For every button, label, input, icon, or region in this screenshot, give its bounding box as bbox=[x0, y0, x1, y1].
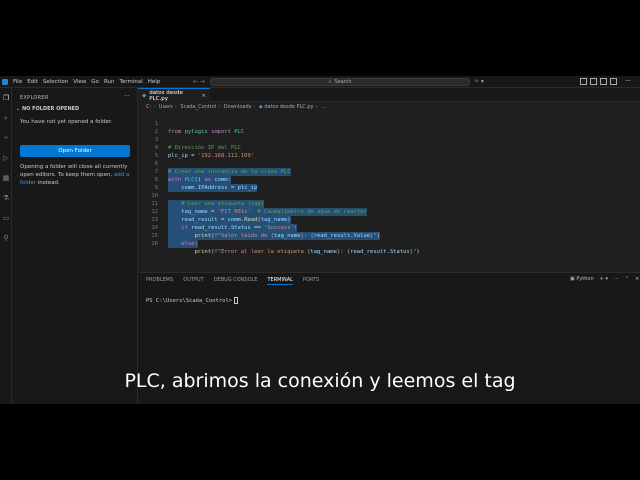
code-line: 4 plc_ip = '192.168.112.109' bbox=[154, 145, 255, 159]
copilot-icon[interactable]: ✧ ▾ bbox=[474, 78, 484, 85]
code-line: 12 read_result = comm.Read(tag_name) bbox=[151, 209, 291, 224]
layout-controls bbox=[580, 78, 617, 85]
vscode-logo-icon bbox=[2, 78, 8, 85]
tab-debug-console[interactable]: DEBUG CONSOLE bbox=[214, 277, 258, 285]
code-editor[interactable]: 1 from pylogix import PLC 2 3 # Direcció… bbox=[138, 112, 640, 274]
python-file-icon: ◆ bbox=[142, 92, 147, 99]
code-line: 3 # Dirección IP del PLC bbox=[154, 137, 241, 151]
code-line: 9 bbox=[154, 185, 158, 191]
breadcrumb-item[interactable]: C: bbox=[146, 104, 151, 110]
breadcrumb-item[interactable]: Scada_Control bbox=[180, 104, 216, 110]
tab-datos-desde-plc[interactable]: ◆ datos desde PLC.py × bbox=[138, 88, 210, 102]
panel-actions: ▣ Python + ▾ ··· ⌃ × bbox=[570, 276, 639, 282]
python-file-icon: ◆ bbox=[258, 104, 263, 110]
menu-selection[interactable]: Selection bbox=[43, 79, 68, 85]
breadcrumb: C: › Users › Scada_Control › Downloads › ◆ d… bbox=[146, 104, 326, 110]
toggle-secondary-sidebar-icon[interactable] bbox=[600, 78, 607, 85]
search-icon: ⌕ bbox=[328, 79, 332, 85]
breadcrumb-item[interactable]: Downloads bbox=[224, 104, 251, 110]
code-line: 6 # Crear una instancia de la clase PLC bbox=[154, 161, 291, 176]
testing-icon[interactable]: ⚗ bbox=[2, 194, 10, 202]
search-view-icon[interactable]: ⌕ bbox=[2, 114, 10, 122]
explorer-icon[interactable]: ❐ bbox=[2, 94, 10, 102]
open-folder-button[interactable]: Open Folder bbox=[20, 145, 130, 157]
breadcrumb-item[interactable]: ... bbox=[321, 104, 326, 110]
code-line: 16 print(f"Error al leer la etiqueta {ta… bbox=[151, 241, 420, 255]
add-folder-link-cont[interactable]: folder bbox=[20, 180, 36, 186]
menu-help[interactable]: Help bbox=[148, 79, 161, 85]
code-line: 8 comm.IPAddress = plc_ip bbox=[154, 177, 258, 192]
remote-explorer-icon[interactable]: ▭ bbox=[2, 214, 10, 222]
terminal-prompt[interactable]: PS C:\Users\Scada_Control> bbox=[146, 297, 239, 304]
code-line: 14 print(f"Valor leído de {tag_name}: {r… bbox=[151, 225, 380, 240]
terminal-shell-label[interactable]: ▣ Python bbox=[570, 276, 594, 282]
no-folder-message: You have not yet opened a folder. bbox=[20, 119, 113, 125]
source-control-icon[interactable]: ⑂ bbox=[2, 134, 10, 142]
tab-output[interactable]: OUTPUT bbox=[183, 277, 203, 285]
tab-label: datos desde PLC.py bbox=[149, 89, 183, 102]
code-line: 2 bbox=[154, 129, 158, 135]
code-line: 10 # Leer una etiqueta (tag) bbox=[151, 193, 265, 208]
maximize-panel-icon[interactable]: ⌃ bbox=[625, 276, 629, 282]
sidebar-title: EXPLORER bbox=[20, 95, 49, 101]
tab-ports[interactable]: PORTS bbox=[303, 277, 319, 285]
terminal-cursor bbox=[234, 297, 239, 304]
close-tab-icon[interactable]: × bbox=[201, 93, 206, 99]
menu-go[interactable]: Go bbox=[91, 79, 99, 85]
menu-edit[interactable]: Edit bbox=[27, 79, 38, 85]
run-debug-icon[interactable]: ▷ bbox=[2, 154, 10, 162]
close-panel-icon[interactable]: × bbox=[635, 276, 639, 282]
customize-layout-icon[interactable] bbox=[610, 78, 617, 85]
code-line: 15 else: bbox=[151, 233, 198, 248]
nav-back-forward-icon[interactable]: ← → bbox=[193, 78, 205, 85]
title-bar: File Edit Selection View Go Run Terminal… bbox=[0, 76, 640, 88]
toggle-panel-icon[interactable] bbox=[590, 78, 597, 85]
video-subtitle: PLC, abrimos la conexión y leemos el tag bbox=[124, 370, 516, 392]
search-label: Search bbox=[334, 79, 352, 85]
menu-view[interactable]: View bbox=[73, 79, 86, 85]
more-actions-icon[interactable]: ··· bbox=[124, 93, 130, 100]
toggle-sidebar-icon[interactable] bbox=[580, 78, 587, 85]
open-folder-info: Opening a folder will close all currentl… bbox=[20, 164, 130, 186]
add-folder-link[interactable]: add a bbox=[114, 172, 129, 178]
vscode-window: File Edit Selection View Go Run Terminal… bbox=[0, 76, 640, 404]
breadcrumb-item[interactable]: Users bbox=[159, 104, 173, 110]
accounts-icon[interactable]: ⚲ bbox=[2, 234, 10, 242]
menu-file[interactable]: File bbox=[13, 79, 22, 85]
code-line: 1 from pylogix import PLC bbox=[154, 121, 245, 135]
minimize-icon[interactable]: — bbox=[625, 77, 631, 84]
tab-terminal[interactable]: TERMINAL bbox=[267, 277, 293, 285]
code-line: 7 with PLC() as comm: bbox=[154, 169, 231, 184]
panel-tabs: PROBLEMS OUTPUT DEBUG CONSOLE TERMINAL P… bbox=[146, 277, 319, 285]
activity-bar: ❐ ⌕ ⑂ ▷ ▦ ⚗ ▭ ⚲ bbox=[0, 88, 12, 404]
breadcrumb-item[interactable]: datos desde PLC.py bbox=[264, 104, 313, 110]
command-search-box[interactable]: ⌕ Search bbox=[210, 78, 470, 86]
code-line: 5 bbox=[154, 153, 158, 159]
extensions-icon[interactable]: ▦ bbox=[2, 174, 10, 182]
code-line: 11 tag_name = 'FIT_001s' # Caudalimetro … bbox=[151, 201, 367, 216]
more-actions-icon[interactable]: ··· bbox=[614, 276, 619, 282]
menu-run[interactable]: Run bbox=[104, 79, 115, 85]
code-line: 13 if read_result.Status == 'Success': bbox=[151, 217, 298, 232]
editor-tab-bar: ◆ datos desde PLC.py × ▷ ▾ ⋯ bbox=[138, 88, 640, 102]
explorer-sidebar: EXPLORER ··· ⌄ NO FOLDER OPENED You have… bbox=[12, 88, 138, 404]
new-terminal-icon[interactable]: + ▾ bbox=[600, 276, 608, 282]
menu-terminal[interactable]: Terminal bbox=[119, 79, 142, 85]
no-folder-section[interactable]: ⌄ NO FOLDER OPENED bbox=[16, 106, 79, 112]
tab-problems[interactable]: PROBLEMS bbox=[146, 277, 173, 285]
